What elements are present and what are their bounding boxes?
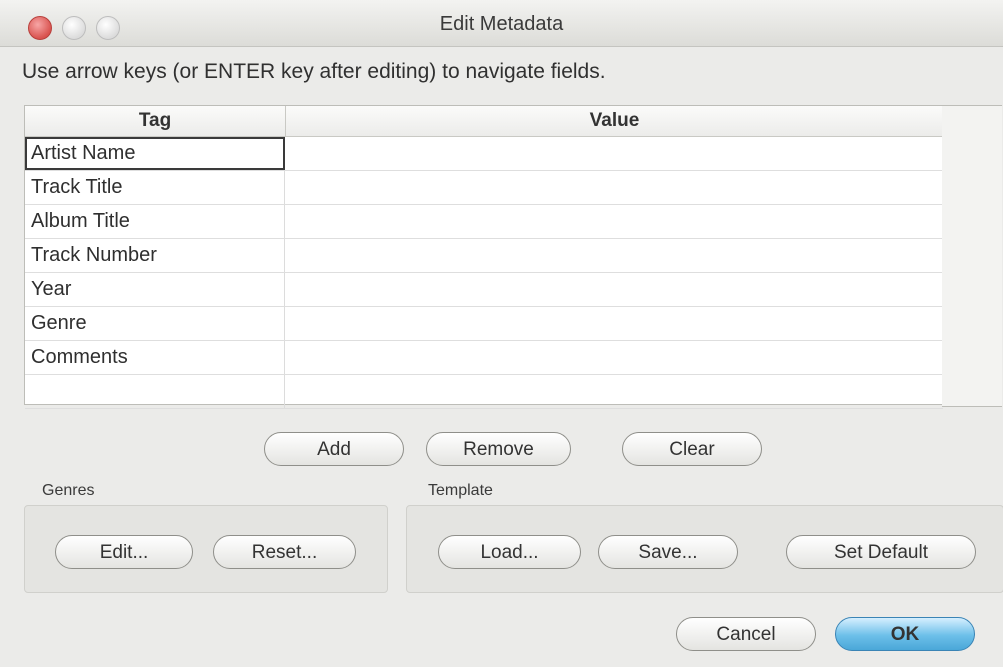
table-row[interactable]: Genre — [25, 307, 943, 341]
edit-metadata-dialog: Edit Metadata Use arrow keys (or ENTER k… — [0, 0, 1003, 667]
add-button[interactable]: Add — [264, 432, 404, 466]
value-cell[interactable] — [285, 239, 943, 272]
value-cell[interactable] — [285, 137, 943, 170]
tag-cell[interactable]: Track Title — [25, 171, 285, 204]
load-template-button[interactable]: Load... — [438, 535, 581, 569]
table-row[interactable]: Track Number — [25, 239, 943, 273]
reset-genres-button[interactable]: Reset... — [213, 535, 356, 569]
ok-button[interactable]: OK — [835, 617, 975, 651]
tag-cell[interactable]: Comments — [25, 341, 285, 374]
table-row[interactable]: Track Title — [25, 171, 943, 205]
save-template-button[interactable]: Save... — [598, 535, 738, 569]
tag-cell[interactable]: Year — [25, 273, 285, 306]
set-default-button[interactable]: Set Default — [786, 535, 976, 569]
table-row[interactable]: Comments — [25, 341, 943, 375]
edit-genres-button[interactable]: Edit... — [55, 535, 193, 569]
window-title: Edit Metadata — [439, 13, 564, 35]
template-label: Template — [428, 482, 493, 499]
value-cell[interactable] — [285, 307, 943, 340]
tag-cell[interactable] — [25, 375, 285, 408]
title-bar: Edit Metadata — [0, 0, 1003, 47]
value-cell[interactable] — [285, 205, 943, 238]
tag-cell[interactable]: Artist Name — [25, 137, 285, 170]
remove-button[interactable]: Remove — [426, 432, 571, 466]
table-header: Tag Value — [25, 106, 943, 137]
tag-cell[interactable]: Genre — [25, 307, 285, 340]
navigation-hint: Use arrow keys (or ENTER key after editi… — [22, 60, 606, 83]
table-row[interactable]: Year — [25, 273, 943, 307]
value-cell[interactable] — [285, 171, 943, 204]
table-row[interactable] — [25, 375, 943, 409]
clear-button[interactable]: Clear — [622, 432, 762, 466]
cancel-button[interactable]: Cancel — [676, 617, 816, 651]
table-row[interactable]: Album Title — [25, 205, 943, 239]
value-cell[interactable] — [285, 273, 943, 306]
metadata-table: Tag Value Artist Name Track Title Album … — [24, 105, 944, 409]
value-cell[interactable] — [285, 341, 943, 374]
tag-cell[interactable]: Track Number — [25, 239, 285, 272]
tag-column-header[interactable]: Tag — [25, 106, 286, 136]
genres-label: Genres — [42, 482, 95, 499]
value-column-header[interactable]: Value — [286, 106, 943, 136]
tag-cell[interactable]: Album Title — [25, 205, 285, 238]
table-scroll-area — [942, 105, 1002, 407]
value-cell[interactable] — [285, 375, 943, 408]
table-row[interactable]: Artist Name — [25, 137, 943, 171]
